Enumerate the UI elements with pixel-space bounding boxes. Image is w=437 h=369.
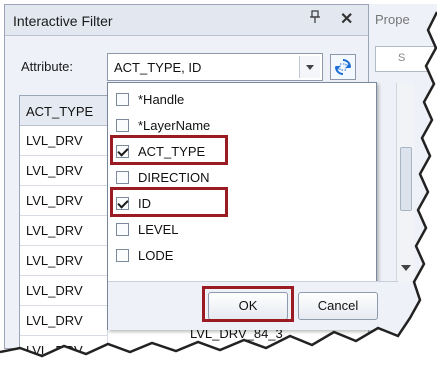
- screenshot-frame: Interactive Filter ✕ Attribute: ACT_TYPE…: [0, 0, 437, 369]
- torn-edge-decoration: [0, 11, 437, 369]
